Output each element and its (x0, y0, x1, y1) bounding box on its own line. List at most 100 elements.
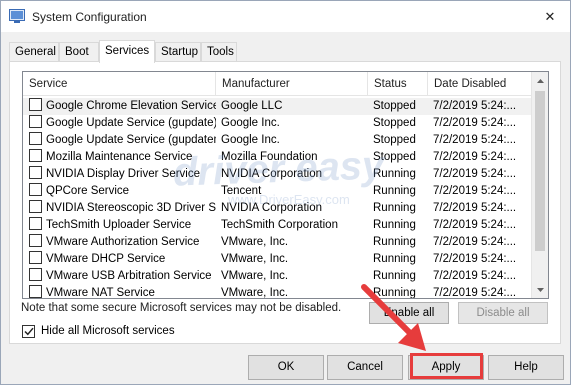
service-status: Running (373, 270, 416, 282)
service-date-disabled: 7/2/2019 5:24:... (433, 185, 517, 197)
service-status: Stopped (373, 117, 416, 129)
table-row[interactable]: NVIDIA Stereoscopic 3D Driver S... NVIDIA… (23, 200, 533, 217)
service-status: Running (373, 236, 416, 248)
service-checkbox[interactable] (29, 115, 42, 128)
service-status: Running (373, 287, 416, 299)
service-date-disabled: 7/2/2019 5:24:... (433, 253, 517, 265)
service-date-disabled: 7/2/2019 5:24:... (433, 168, 517, 180)
service-manufacturer: VMware, Inc. (221, 287, 289, 299)
table-row[interactable]: QPCore Service Tencent Running 7/2/2019 5:2… (23, 183, 533, 200)
secure-services-note: Note that some secure Microsoft services… (21, 302, 342, 314)
service-checkbox[interactable] (29, 166, 42, 179)
service-status: Running (373, 253, 416, 265)
service-date-disabled: 7/2/2019 5:24:... (433, 151, 517, 163)
enable-all-button[interactable]: Enable all (369, 302, 449, 324)
service-name: Google Update Service (gupdatem) (46, 134, 216, 146)
table-row[interactable]: VMware Authorization Service VMware, Inc.… (23, 234, 533, 251)
service-manufacturer: Google Inc. (221, 117, 280, 129)
service-checkbox[interactable] (29, 251, 42, 264)
table-row[interactable]: Mozilla Maintenance Service Mozilla Found… (23, 149, 533, 166)
service-name: TechSmith Uploader Service (46, 219, 192, 231)
hide-microsoft-services-label: Hide all Microsoft services (41, 325, 175, 337)
checkbox-checked-icon[interactable] (22, 325, 35, 338)
service-manufacturer: TechSmith Corporation (221, 219, 338, 231)
column-header-date-disabled[interactable]: Date Disabled (428, 72, 533, 96)
service-checkbox[interactable] (29, 285, 42, 298)
service-checkbox[interactable] (29, 98, 42, 111)
service-status: Stopped (373, 151, 416, 163)
service-status: Running (373, 168, 416, 180)
tab-strip: General Boot Services Startup Tools (9, 40, 561, 63)
tab-startup[interactable]: Startup (155, 42, 201, 62)
service-checkbox[interactable] (29, 183, 42, 196)
table-row[interactable]: VMware DHCP Service VMware, Inc. Running 7/… (23, 251, 533, 268)
service-date-disabled: 7/2/2019 5:24:... (433, 100, 517, 112)
service-name: NVIDIA Stereoscopic 3D Driver S... (46, 202, 216, 214)
service-rows: Google Chrome Elevation Service Google LL… (23, 98, 533, 299)
services-panel: Service Manufacturer Status Date Disable… (9, 61, 561, 344)
scroll-down-arrow-icon[interactable] (532, 281, 548, 298)
column-header-service[interactable]: Service (23, 72, 216, 96)
service-checkbox[interactable] (29, 200, 42, 213)
title-bar[interactable]: System Configuration ✕ (1, 1, 570, 32)
apply-button[interactable]: Apply (408, 355, 484, 380)
service-date-disabled: 7/2/2019 5:24:... (433, 270, 517, 282)
service-checkbox[interactable] (29, 234, 42, 247)
service-manufacturer: NVIDIA Corporation (221, 168, 322, 180)
service-checkbox[interactable] (29, 268, 42, 281)
column-header-manufacturer[interactable]: Manufacturer (216, 72, 368, 96)
service-manufacturer: VMware, Inc. (221, 253, 289, 265)
ok-button[interactable]: OK (248, 355, 324, 380)
service-status: Running (373, 185, 416, 197)
service-date-disabled: 7/2/2019 5:24:... (433, 134, 517, 146)
list-header: Service Manufacturer Status Date Disable… (23, 72, 533, 96)
service-status: Running (373, 202, 416, 214)
service-manufacturer: VMware, Inc. (221, 270, 289, 282)
tab-boot[interactable]: Boot (59, 42, 99, 62)
system-configuration-window: System Configuration ✕ General Boot Serv… (0, 0, 571, 385)
service-checkbox[interactable] (29, 217, 42, 230)
service-checkbox[interactable] (29, 132, 42, 145)
vertical-scrollbar[interactable] (531, 72, 548, 298)
table-row[interactable]: Google Update Service (gupdatem) Google I… (23, 132, 533, 149)
service-name: QPCore Service (46, 185, 130, 197)
service-name: Mozilla Maintenance Service (46, 151, 193, 163)
service-manufacturer: Google LLC (221, 100, 283, 112)
tab-services[interactable]: Services (99, 40, 155, 63)
service-name: VMware USB Arbitration Service (46, 270, 212, 282)
service-date-disabled: 7/2/2019 5:24:... (433, 117, 517, 129)
service-name: VMware Authorization Service (46, 236, 200, 248)
table-row[interactable]: Google Update Service (gupdate) Google In… (23, 115, 533, 132)
service-name: Google Chrome Elevation Service (46, 100, 216, 112)
disable-all-button[interactable]: Disable all (458, 302, 548, 324)
table-row[interactable]: VMware NAT Service VMware, Inc. Running 7/2… (23, 285, 533, 299)
help-button[interactable]: Help (488, 355, 564, 380)
service-name: Google Update Service (gupdate) (46, 117, 216, 129)
service-manufacturer: Tencent (221, 185, 262, 197)
table-row[interactable]: NVIDIA Display Driver Service NVIDIA Corp… (23, 166, 533, 183)
services-list[interactable]: Service Manufacturer Status Date Disable… (22, 71, 549, 299)
window-title: System Configuration (32, 10, 147, 24)
service-manufacturer: Google Inc. (221, 134, 280, 146)
service-status: Running (373, 219, 416, 231)
service-status: Stopped (373, 100, 416, 112)
service-status: Stopped (373, 134, 416, 146)
cancel-button[interactable]: Cancel (327, 355, 403, 380)
service-date-disabled: 7/2/2019 5:24:... (433, 287, 517, 299)
service-manufacturer: VMware, Inc. (221, 236, 289, 248)
tab-tools[interactable]: Tools (201, 42, 237, 62)
column-header-status[interactable]: Status (368, 72, 428, 96)
tab-general[interactable]: General (9, 42, 59, 62)
service-checkbox[interactable] (29, 149, 42, 162)
service-name: NVIDIA Display Driver Service (46, 168, 201, 180)
msconfig-icon (9, 9, 25, 23)
service-name: VMware NAT Service (46, 287, 155, 299)
service-date-disabled: 7/2/2019 5:24:... (433, 219, 517, 231)
close-button[interactable]: ✕ (530, 1, 570, 32)
scroll-up-arrow-icon[interactable] (532, 72, 548, 89)
service-manufacturer: Mozilla Foundation (221, 151, 318, 163)
table-row[interactable]: TechSmith Uploader Service TechSmith Corp… (23, 217, 533, 234)
table-row[interactable]: VMware USB Arbitration Service VMware, In… (23, 268, 533, 285)
scrollbar-thumb[interactable] (535, 91, 545, 251)
table-row[interactable]: Google Chrome Elevation Service Google LL… (23, 98, 533, 115)
